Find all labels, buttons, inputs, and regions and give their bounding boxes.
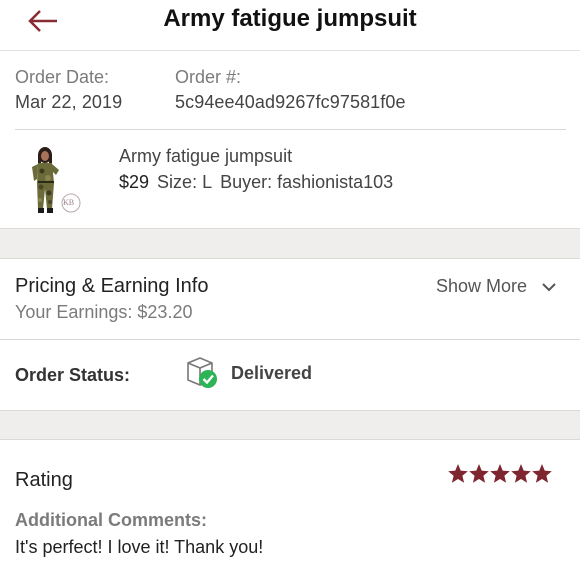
- section-spacer: [0, 410, 580, 440]
- page-title: Army fatigue jumpsuit: [163, 5, 417, 32]
- item-meta: $29 Size: L Buyer: fashionista103: [119, 172, 393, 193]
- star-icon: [511, 464, 531, 483]
- star-icon: [469, 464, 489, 483]
- order-date-label: Order Date:: [15, 67, 110, 87]
- app-header: Army fatigue jumpsuit: [0, 0, 580, 51]
- box-check-icon: [187, 357, 217, 388]
- star-icon: [532, 464, 552, 483]
- order-date-value: Mar 22, 2019: [15, 92, 123, 112]
- item-price: $29: [119, 172, 150, 192]
- order-status-label: Order Status:: [15, 365, 131, 385]
- divider: [15, 129, 566, 130]
- comments-text: It's perfect! I love it! Thank you!: [15, 537, 264, 557]
- rating-stars: [448, 464, 552, 483]
- comments-label: Additional Comments:: [15, 510, 207, 530]
- thumbnail-watermark: KB: [63, 198, 75, 207]
- chevron-down-icon[interactable]: [541, 279, 557, 295]
- divider: [0, 339, 580, 340]
- show-more-button[interactable]: Show More: [436, 276, 527, 297]
- section-spacer: [0, 228, 580, 259]
- order-status-value: Delivered: [231, 363, 313, 383]
- order-number-value: 5c94ee40ad9267fc97581f0e: [175, 92, 406, 112]
- star-icon: [490, 464, 510, 483]
- earnings-value: Your Earnings: $23.20: [15, 302, 193, 322]
- item-name[interactable]: Army fatigue jumpsuit: [119, 146, 292, 167]
- star-icon: [448, 464, 468, 483]
- order-number-label: Order #:: [175, 67, 242, 87]
- item-size: Size: L: [157, 172, 213, 192]
- pricing-title: Pricing & Earning Info: [15, 275, 209, 297]
- item-buyer[interactable]: Buyer: fashionista103: [220, 172, 393, 192]
- rating-label: Rating: [15, 469, 73, 491]
